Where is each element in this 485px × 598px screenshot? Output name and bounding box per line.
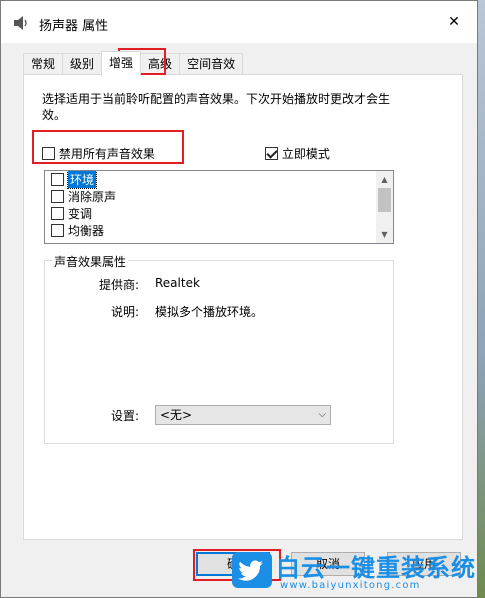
twitter-bird-icon bbox=[232, 552, 272, 588]
effect-checkbox[interactable] bbox=[51, 173, 64, 186]
effects-list-scrollbar[interactable]: ▲ ▼ bbox=[376, 171, 393, 243]
disable-all-effects-option[interactable]: 禁用所有声音效果 bbox=[42, 145, 155, 162]
effect-checkbox[interactable] bbox=[51, 224, 64, 237]
effect-label: 消除原声 bbox=[68, 190, 117, 204]
scroll-thumb[interactable] bbox=[378, 188, 391, 212]
settings-dropdown-value: <无> bbox=[160, 408, 193, 422]
effect-description-value: 模拟多个播放环境。 bbox=[155, 305, 264, 319]
window-title: 扬声器 属性 bbox=[39, 19, 109, 34]
provider-label: 提供商: bbox=[98, 278, 139, 292]
effect-checkbox[interactable] bbox=[51, 207, 64, 220]
tab-strip: 常规 级别 增强 高级 空间音效 bbox=[23, 51, 244, 76]
list-item[interactable]: 变调 bbox=[45, 205, 393, 222]
watermark: 白云一键重装系统 www.baiyunxitong.com bbox=[232, 546, 478, 598]
tab-advanced[interactable]: 高级 bbox=[140, 53, 181, 75]
enhancements-panel: 选择适用于当前聆听配置的声音效果。下次开始播放时更改才会生效。 禁用所有声音效果… bbox=[23, 74, 463, 540]
list-item[interactable]: 环境 bbox=[45, 171, 393, 189]
effect-label: 环境 bbox=[66, 171, 98, 189]
settings-dropdown[interactable]: <无> ⌵ bbox=[155, 405, 331, 425]
tab-spatial-sound[interactable]: 空间音效 bbox=[179, 53, 244, 75]
tab-levels[interactable]: 级别 bbox=[62, 53, 103, 75]
immediate-mode-checkbox[interactable] bbox=[265, 147, 278, 160]
settings-label: 设置: bbox=[110, 409, 139, 423]
chevron-up-icon: ▲ bbox=[381, 175, 388, 184]
speaker-icon bbox=[14, 16, 27, 30]
effect-description-label: 说明: bbox=[110, 305, 139, 319]
chevron-down-icon: ▼ bbox=[381, 230, 388, 239]
enhancements-description: 选择适用于当前聆听配置的声音效果。下次开始播放时更改才会生效。 bbox=[42, 92, 391, 122]
tab-enhancements[interactable]: 增强 bbox=[101, 51, 142, 76]
effect-properties-group: 声音效果属性 提供商: Realtek 说明: 模拟多个播放环境。 设置: <无… bbox=[44, 253, 394, 444]
immediate-mode-option[interactable]: 立即模式 bbox=[265, 145, 330, 162]
scroll-down-button[interactable]: ▼ bbox=[376, 226, 393, 243]
disable-all-effects-label: 禁用所有声音效果 bbox=[58, 147, 155, 161]
list-item[interactable]: 消除原声 bbox=[45, 188, 393, 205]
close-button[interactable]: ✕ bbox=[431, 1, 477, 43]
effect-label: 变调 bbox=[68, 207, 93, 221]
speaker-properties-dialog: 扬声器 属性 ✕ 常规 级别 增强 高级 空间音效 选择适用于当前聆听配置的声音… bbox=[0, 0, 478, 598]
close-icon: ✕ bbox=[448, 14, 460, 30]
title-bar[interactable]: 扬声器 属性 ✕ bbox=[1, 1, 477, 43]
provider-value: Realtek bbox=[155, 276, 200, 290]
chevron-down-icon: ⌵ bbox=[318, 409, 326, 420]
tab-general[interactable]: 常规 bbox=[23, 53, 64, 75]
immediate-mode-label: 立即模式 bbox=[281, 147, 330, 161]
effect-label: 均衡器 bbox=[68, 224, 105, 238]
watermark-url: www.baiyunxitong.com bbox=[280, 580, 421, 591]
list-item[interactable]: 均衡器 bbox=[45, 222, 393, 239]
watermark-text: 白云一键重装系统 bbox=[276, 554, 476, 582]
scroll-up-button[interactable]: ▲ bbox=[376, 171, 393, 188]
effect-checkbox[interactable] bbox=[51, 190, 64, 203]
effect-properties-title: 声音效果属性 bbox=[52, 253, 129, 270]
disable-all-effects-checkbox[interactable] bbox=[42, 147, 55, 160]
effects-list[interactable]: 环境 消除原声 变调 均衡器 ▲ ▼ bbox=[44, 170, 394, 244]
